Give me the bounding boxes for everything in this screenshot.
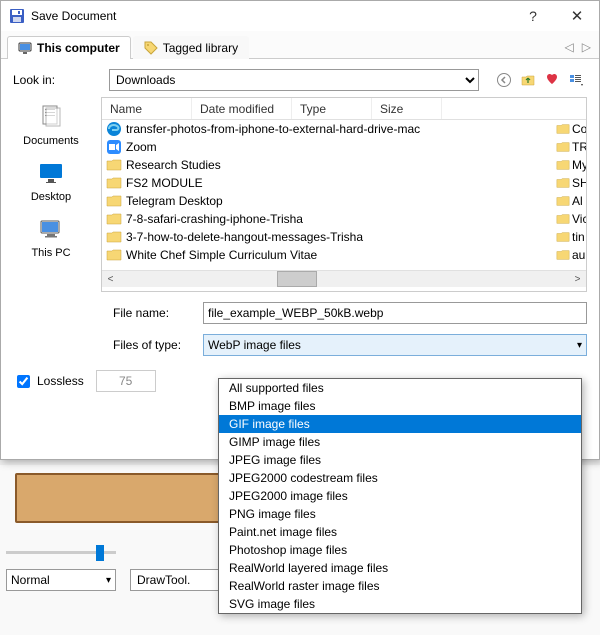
folder-icon xyxy=(106,193,122,209)
thispc-icon xyxy=(35,213,67,245)
dropdown-item[interactable]: JPEG2000 image files xyxy=(219,487,581,505)
back-button[interactable] xyxy=(493,69,515,91)
filetype-dropdown: All supported files BMP image files GIF … xyxy=(218,378,582,614)
dropdown-item[interactable]: RealWorld layered image files xyxy=(219,559,581,577)
folder-icon xyxy=(106,247,122,263)
lossless-label: Lossless xyxy=(37,374,84,388)
scroll-left-button[interactable]: < xyxy=(102,271,119,288)
place-desktop[interactable]: Desktop xyxy=(31,157,71,203)
file-rows: transfer-photos-from-iphone-to-external-… xyxy=(102,120,586,270)
horizontal-scrollbar[interactable]: < > xyxy=(102,270,586,287)
file-name: Telegram Desktop xyxy=(126,194,223,208)
file-row[interactable]: Zoom xyxy=(102,138,586,156)
dropdown-item[interactable]: JPEG image files xyxy=(219,451,581,469)
dropdown-item[interactable]: All supported files xyxy=(219,379,581,397)
file-row[interactable]: FS2 MODULE xyxy=(102,174,586,192)
dropdown-item[interactable]: GIF image files xyxy=(219,415,581,433)
zoom-icon xyxy=(106,139,122,155)
dropdown-item[interactable]: RealWorld raster image files xyxy=(219,577,581,595)
scroll-right-button[interactable]: > xyxy=(569,271,586,288)
places-bar: Documents Desktop This PC xyxy=(1,97,101,292)
dropdown-item[interactable]: BMP image files xyxy=(219,397,581,415)
place-label: Desktop xyxy=(31,191,71,203)
up-folder-button[interactable] xyxy=(517,69,539,91)
file-name: 7-8-safari-crashing-iphone-Trisha xyxy=(126,212,303,226)
main-area: Documents Desktop This PC Name Date modi… xyxy=(1,97,599,292)
chevron-down-icon: ▾ xyxy=(577,340,582,351)
dropdown-item[interactable]: Paint.net image files xyxy=(219,523,581,541)
scroll-thumb[interactable] xyxy=(277,271,317,287)
dropdown-item[interactable]: Photoshop image files xyxy=(219,541,581,559)
tab-nav-prev[interactable]: ◁ xyxy=(563,40,576,54)
filetype-label: Files of type: xyxy=(113,338,203,352)
dialog-title: Save Document xyxy=(31,9,511,23)
close-button[interactable]: ✕ xyxy=(555,2,599,30)
folder-icon xyxy=(106,211,122,227)
bottom-fields: File name: Files of type: WebP image fil… xyxy=(1,292,599,370)
file-name: 3-7-how-to-delete-hangout-messages-Trish… xyxy=(126,230,363,244)
folder-icon xyxy=(106,229,122,245)
filename-input[interactable] xyxy=(203,302,587,324)
column-size[interactable]: Size xyxy=(372,98,442,119)
file-name: Research Studies xyxy=(126,158,221,172)
place-label: This PC xyxy=(31,247,70,259)
column-name[interactable]: Name xyxy=(102,98,192,119)
tab-label: Tagged library xyxy=(163,41,238,55)
look-in-row: Look in: Downloads xyxy=(1,59,599,97)
file-row[interactable]: transfer-photos-from-iphone-to-external-… xyxy=(102,120,586,138)
file-name: FS2 MODULE xyxy=(126,176,203,190)
titlebar: Save Document ? ✕ xyxy=(1,1,599,31)
edge-icon xyxy=(106,121,122,137)
help-button[interactable]: ? xyxy=(511,2,555,30)
look-in-label: Look in: xyxy=(13,73,103,87)
column-date[interactable]: Date modified xyxy=(192,98,292,119)
place-thispc[interactable]: This PC xyxy=(31,213,70,259)
filetype-select[interactable]: WebP image files ▾ xyxy=(203,334,587,356)
column-headers: Name Date modified Type Size xyxy=(102,98,586,120)
dropdown-item[interactable]: JPEG2000 codestream files xyxy=(219,469,581,487)
file-list: Name Date modified Type Size transfer-ph… xyxy=(101,97,587,292)
favorite-button[interactable] xyxy=(541,69,563,91)
file-row[interactable]: 7-8-safari-crashing-iphone-Trisha xyxy=(102,210,586,228)
dropdown-item[interactable]: SVG image files xyxy=(219,595,581,613)
tab-tagged-library[interactable]: Tagged library xyxy=(133,36,249,59)
place-documents[interactable]: Documents xyxy=(23,101,79,147)
save-icon xyxy=(9,8,25,24)
desktop-icon xyxy=(35,157,67,189)
chevron-down-icon: ▾ xyxy=(106,575,111,586)
tab-nav-next[interactable]: ▷ xyxy=(580,40,593,54)
file-list-overflow: Co TR My SH Al Vic tin au xyxy=(556,120,586,264)
file-name: White Chef Simple Curriculum Vitae xyxy=(126,248,317,262)
place-label: Documents xyxy=(23,135,79,147)
tab-this-computer[interactable]: This computer xyxy=(7,36,131,59)
quality-input[interactable]: 75 xyxy=(96,370,156,392)
dropdown-item[interactable]: GIMP image files xyxy=(219,433,581,451)
lossless-checkbox[interactable]: Lossless xyxy=(13,372,84,391)
dropdown-item[interactable]: PNG image files xyxy=(219,505,581,523)
view-menu-button[interactable] xyxy=(565,69,587,91)
file-row[interactable]: Telegram Desktop xyxy=(102,192,586,210)
computer-icon xyxy=(18,41,32,55)
file-row[interactable]: 3-7-how-to-delete-hangout-messages-Trish… xyxy=(102,228,586,246)
tabstrip: This computer Tagged library ◁ ▷ xyxy=(1,31,599,59)
slider-thumb[interactable] xyxy=(96,545,104,561)
tab-label: This computer xyxy=(37,41,120,55)
opacity-slider[interactable] xyxy=(6,543,116,563)
filename-label: File name: xyxy=(113,306,203,320)
file-name: Zoom xyxy=(126,140,157,154)
file-row[interactable]: Research Studies xyxy=(102,156,586,174)
tag-icon xyxy=(144,41,158,55)
file-row[interactable]: White Chef Simple Curriculum Vitae xyxy=(102,246,586,264)
look-in-select[interactable]: Downloads xyxy=(109,69,479,91)
filetype-selected: WebP image files xyxy=(208,338,301,352)
folder-icon xyxy=(106,157,122,173)
documents-icon xyxy=(35,101,67,133)
file-name: transfer-photos-from-iphone-to-external-… xyxy=(126,122,420,136)
blend-mode-select[interactable]: Normal ▾ xyxy=(6,569,116,591)
folder-icon xyxy=(106,175,122,191)
column-type[interactable]: Type xyxy=(292,98,372,119)
lossless-check-input[interactable] xyxy=(17,375,30,388)
